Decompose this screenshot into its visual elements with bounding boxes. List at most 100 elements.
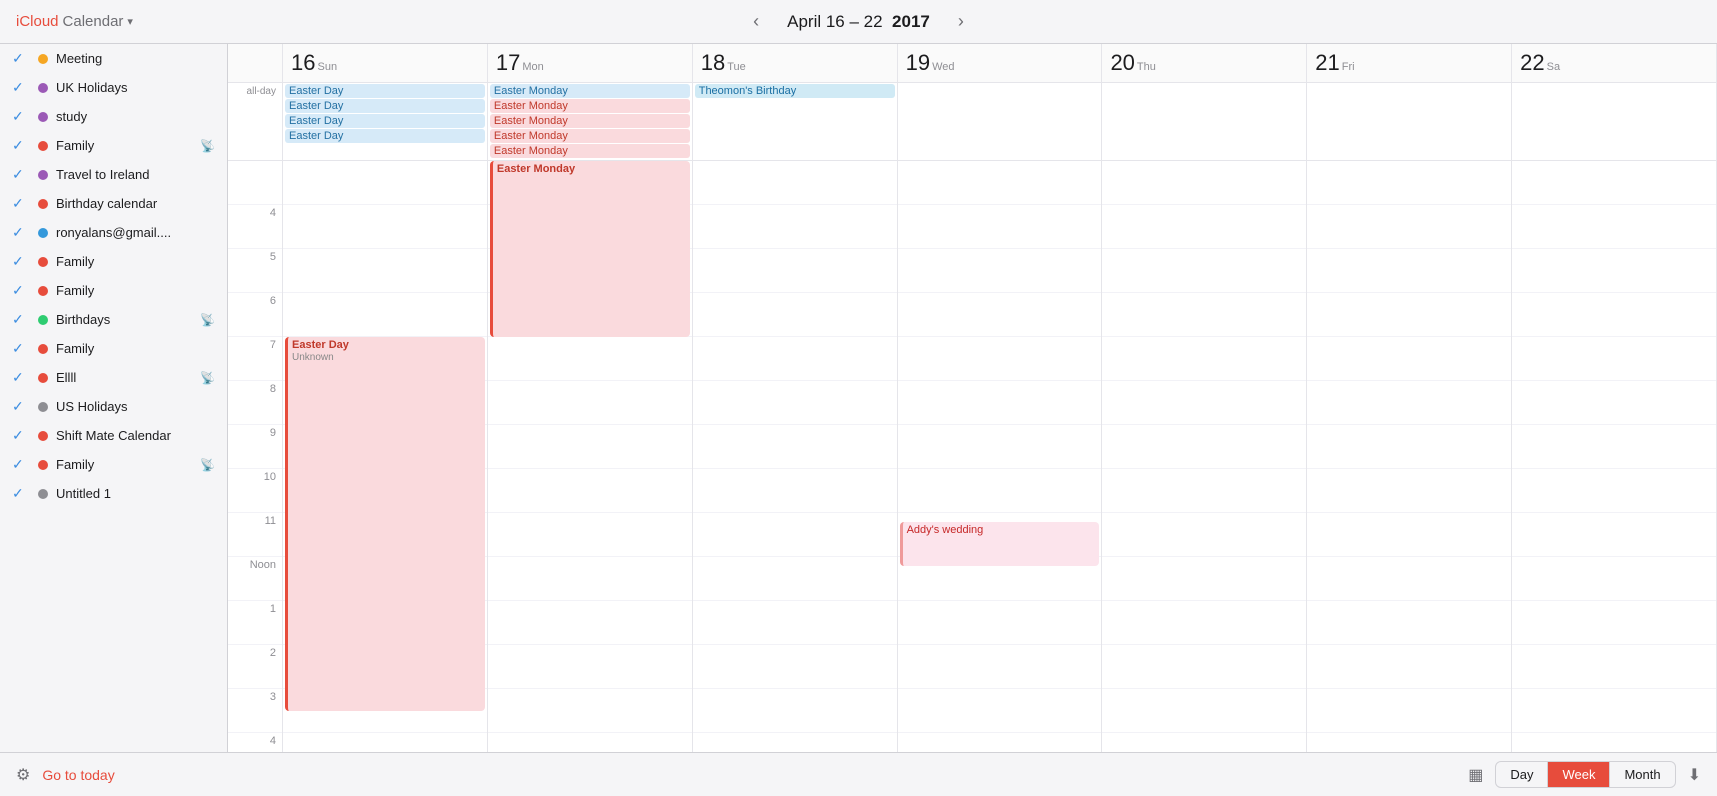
allday-event[interactable]: Easter Day [285, 84, 485, 98]
hour-cell [1512, 337, 1716, 381]
day-name: Wed [932, 61, 954, 73]
day-name: Tue [727, 61, 746, 73]
time-label: 4 [228, 733, 282, 752]
allday-event[interactable]: Theomon's Birthday [695, 84, 895, 98]
hour-cell [1102, 557, 1306, 601]
time-label [228, 161, 282, 205]
sidebar-item-uk-holidays[interactable]: ✓UK Holidays [0, 73, 227, 102]
sidebar-item-family2[interactable]: ✓Family [0, 247, 227, 276]
day-name: Fri [1342, 61, 1355, 73]
hour-cell [693, 425, 897, 469]
sidebar-item-shift-mate[interactable]: ✓Shift Mate Calendar [0, 421, 227, 450]
view-day-button[interactable]: Day [1496, 762, 1548, 787]
sidebar-item-family5[interactable]: ✓Family📡 [0, 450, 227, 479]
icloud-label: iCloud [16, 13, 59, 30]
sidebar-item-birthdays[interactable]: ✓Birthdays📡 [0, 305, 227, 334]
hour-cell [1102, 381, 1306, 425]
next-week-button[interactable]: › [950, 7, 972, 36]
time-label: 3 [228, 689, 282, 733]
hour-cell [1102, 469, 1306, 513]
day-number: 16 [291, 50, 315, 75]
check-icon: ✓ [12, 282, 30, 299]
prev-week-button[interactable]: ‹ [745, 7, 767, 36]
hour-cell [693, 337, 897, 381]
allday-event[interactable]: Easter Day [285, 129, 485, 143]
hour-cell [693, 205, 897, 249]
check-icon: ✓ [12, 253, 30, 270]
allday-event[interactable]: Easter Monday [490, 99, 690, 113]
hour-cell [283, 249, 487, 293]
event-easter-monday[interactable]: Easter Monday [490, 161, 690, 337]
settings-button[interactable]: ⚙ [16, 765, 30, 785]
sidebar-item-untitled1[interactable]: ✓Untitled 1 [0, 479, 227, 508]
download-button[interactable]: ⬇ [1688, 765, 1701, 785]
sidebar-item-label: Family [56, 457, 196, 472]
brand-chevron-icon[interactable]: ▾ [127, 15, 133, 28]
allday-event[interactable]: Easter Monday [490, 144, 690, 158]
hour-cell [1307, 381, 1511, 425]
calendar-dot [38, 54, 48, 64]
time-label: 5 [228, 249, 282, 293]
hour-cell [488, 513, 692, 557]
calendar-dot [38, 83, 48, 93]
calendar-view-icon-button[interactable]: ▦ [1468, 765, 1483, 785]
day-columns: Easter DayUnknownEaster Monday Addy's wed… [283, 161, 1717, 752]
time-label: 4 [228, 205, 282, 249]
sidebar-item-ronyalans[interactable]: ✓ronyalans@gmail.... [0, 218, 227, 247]
view-month-button[interactable]: Month [1610, 762, 1674, 787]
day-header-2: 18Tue [693, 44, 898, 82]
hour-cell [898, 689, 1102, 733]
calendar-dot [38, 489, 48, 499]
check-icon: ✓ [12, 340, 30, 357]
event-addys-wedding[interactable]: Addy's wedding [900, 522, 1100, 566]
sidebar-item-label: Family [56, 283, 215, 298]
time-label: 1 [228, 601, 282, 645]
allday-event[interactable]: Easter Monday [490, 84, 690, 98]
hour-cell [1512, 645, 1716, 689]
hour-cell [1512, 425, 1716, 469]
sidebar-item-ellll[interactable]: ✓Ellll📡 [0, 363, 227, 392]
hour-cell [488, 733, 692, 752]
sidebar-item-meeting[interactable]: ✓Meeting [0, 44, 227, 73]
sidebar-item-label: Shift Mate Calendar [56, 428, 215, 443]
calendar-dot [38, 199, 48, 209]
allday-event[interactable]: Easter Monday [490, 129, 690, 143]
sidebar-item-label: study [56, 109, 215, 124]
hour-cell [1102, 249, 1306, 293]
day-header-6: 22Sa [1512, 44, 1717, 82]
day-name: Mon [522, 61, 543, 73]
allday-event[interactable]: Easter Monday [490, 114, 690, 128]
sidebar-item-travel[interactable]: ✓Travel to Ireland [0, 160, 227, 189]
allday-event[interactable]: Easter Day [285, 99, 485, 113]
time-grid[interactable]: 4567891011Noon1234 Easter DayUnknownEast… [228, 161, 1717, 752]
check-icon: ✓ [12, 50, 30, 67]
allday-cell-4 [1102, 83, 1307, 160]
time-label: 11 [228, 513, 282, 557]
hour-cell [488, 469, 692, 513]
check-icon: ✓ [12, 137, 30, 154]
sidebar-item-family3[interactable]: ✓ Family [0, 276, 227, 305]
sidebar-item-study[interactable]: ✓study [0, 102, 227, 131]
sidebar-item-birthday-cal[interactable]: ✓Birthday calendar [0, 189, 227, 218]
hour-cell [693, 469, 897, 513]
hour-cell [1307, 337, 1511, 381]
hour-cell [693, 557, 897, 601]
goto-today-button[interactable]: Go to today [42, 767, 114, 783]
view-week-button[interactable]: Week [1548, 762, 1610, 787]
day-number: 19 [906, 50, 930, 75]
day-number: 20 [1110, 50, 1134, 75]
day-name: Sa [1547, 61, 1560, 73]
sidebar-item-family1[interactable]: ✓Family📡 [0, 131, 227, 160]
calendar-dot [38, 257, 48, 267]
hour-cell [488, 601, 692, 645]
allday-event[interactable]: Easter Day [285, 114, 485, 128]
sidebar-item-family4[interactable]: ✓Family [0, 334, 227, 363]
event-easter-day[interactable]: Easter DayUnknown [285, 337, 485, 711]
day-column-3: Addy's wedding [898, 161, 1103, 752]
sidebar-item-us-holidays[interactable]: ✓US Holidays [0, 392, 227, 421]
time-label: 8 [228, 381, 282, 425]
allday-cell-6 [1512, 83, 1717, 160]
header-brand: iCloud Calendar ▾ [16, 13, 133, 30]
hour-cell [1307, 249, 1511, 293]
check-icon: ✓ [12, 224, 30, 241]
